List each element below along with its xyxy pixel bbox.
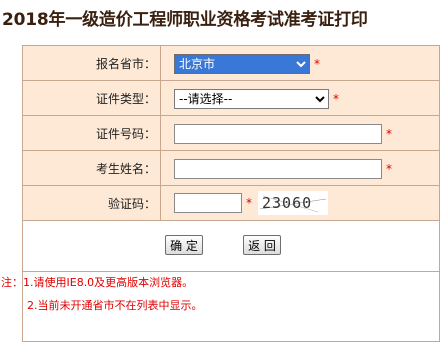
required-mark: * [314, 56, 320, 71]
id-type-label: 证件类型： [22, 80, 161, 116]
id-number-input[interactable] [174, 123, 382, 144]
captcha-text: 23060 [262, 194, 312, 212]
page-title: 2018年一级造价工程师职业资格考试准考证打印 [2, 10, 368, 30]
name-input[interactable] [174, 158, 382, 179]
captcha-label: 验证码： [22, 185, 161, 221]
required-mark: * [386, 126, 392, 141]
note-line-2: 2.当前未开通省市不在列表中显示。 [27, 299, 203, 312]
required-mark: * [246, 196, 252, 210]
button-row: 确 定 返 回 [22, 220, 440, 272]
captcha-input[interactable] [174, 193, 242, 213]
id-number-row: 证件号码： * [22, 115, 440, 151]
back-button[interactable]: 返 回 [243, 235, 281, 255]
required-mark: * [386, 161, 392, 176]
province-select[interactable]: 北京市 [174, 53, 310, 74]
note-line-1: 注：1.请使用IE8.0及更高版本浏览器。 [1, 276, 194, 289]
captcha-row: 验证码： * 23060 [22, 185, 440, 221]
id-number-label: 证件号码： [22, 115, 161, 151]
id-type-row: 证件类型： --请选择-- * [22, 80, 440, 116]
captcha-image[interactable]: 23060 [258, 191, 328, 215]
required-mark: * [333, 91, 339, 106]
confirm-button[interactable]: 确 定 [165, 235, 203, 255]
province-row: 报名省市： 北京市 * [22, 45, 440, 81]
name-row: 考生姓名： * [22, 150, 440, 186]
province-label: 报名省市： [22, 45, 161, 81]
notes-row: 注：1.请使用IE8.0及更高版本浏览器。 2.当前未开通省市不在列表中显示。 [1, 271, 440, 342]
admission-ticket-form: 报名省市： 北京市 * 证件类型： --请选择-- * 证件号码： * 考生姓名… [1, 45, 440, 342]
name-label: 考生姓名： [22, 150, 161, 186]
id-type-select[interactable]: --请选择-- [174, 88, 329, 109]
